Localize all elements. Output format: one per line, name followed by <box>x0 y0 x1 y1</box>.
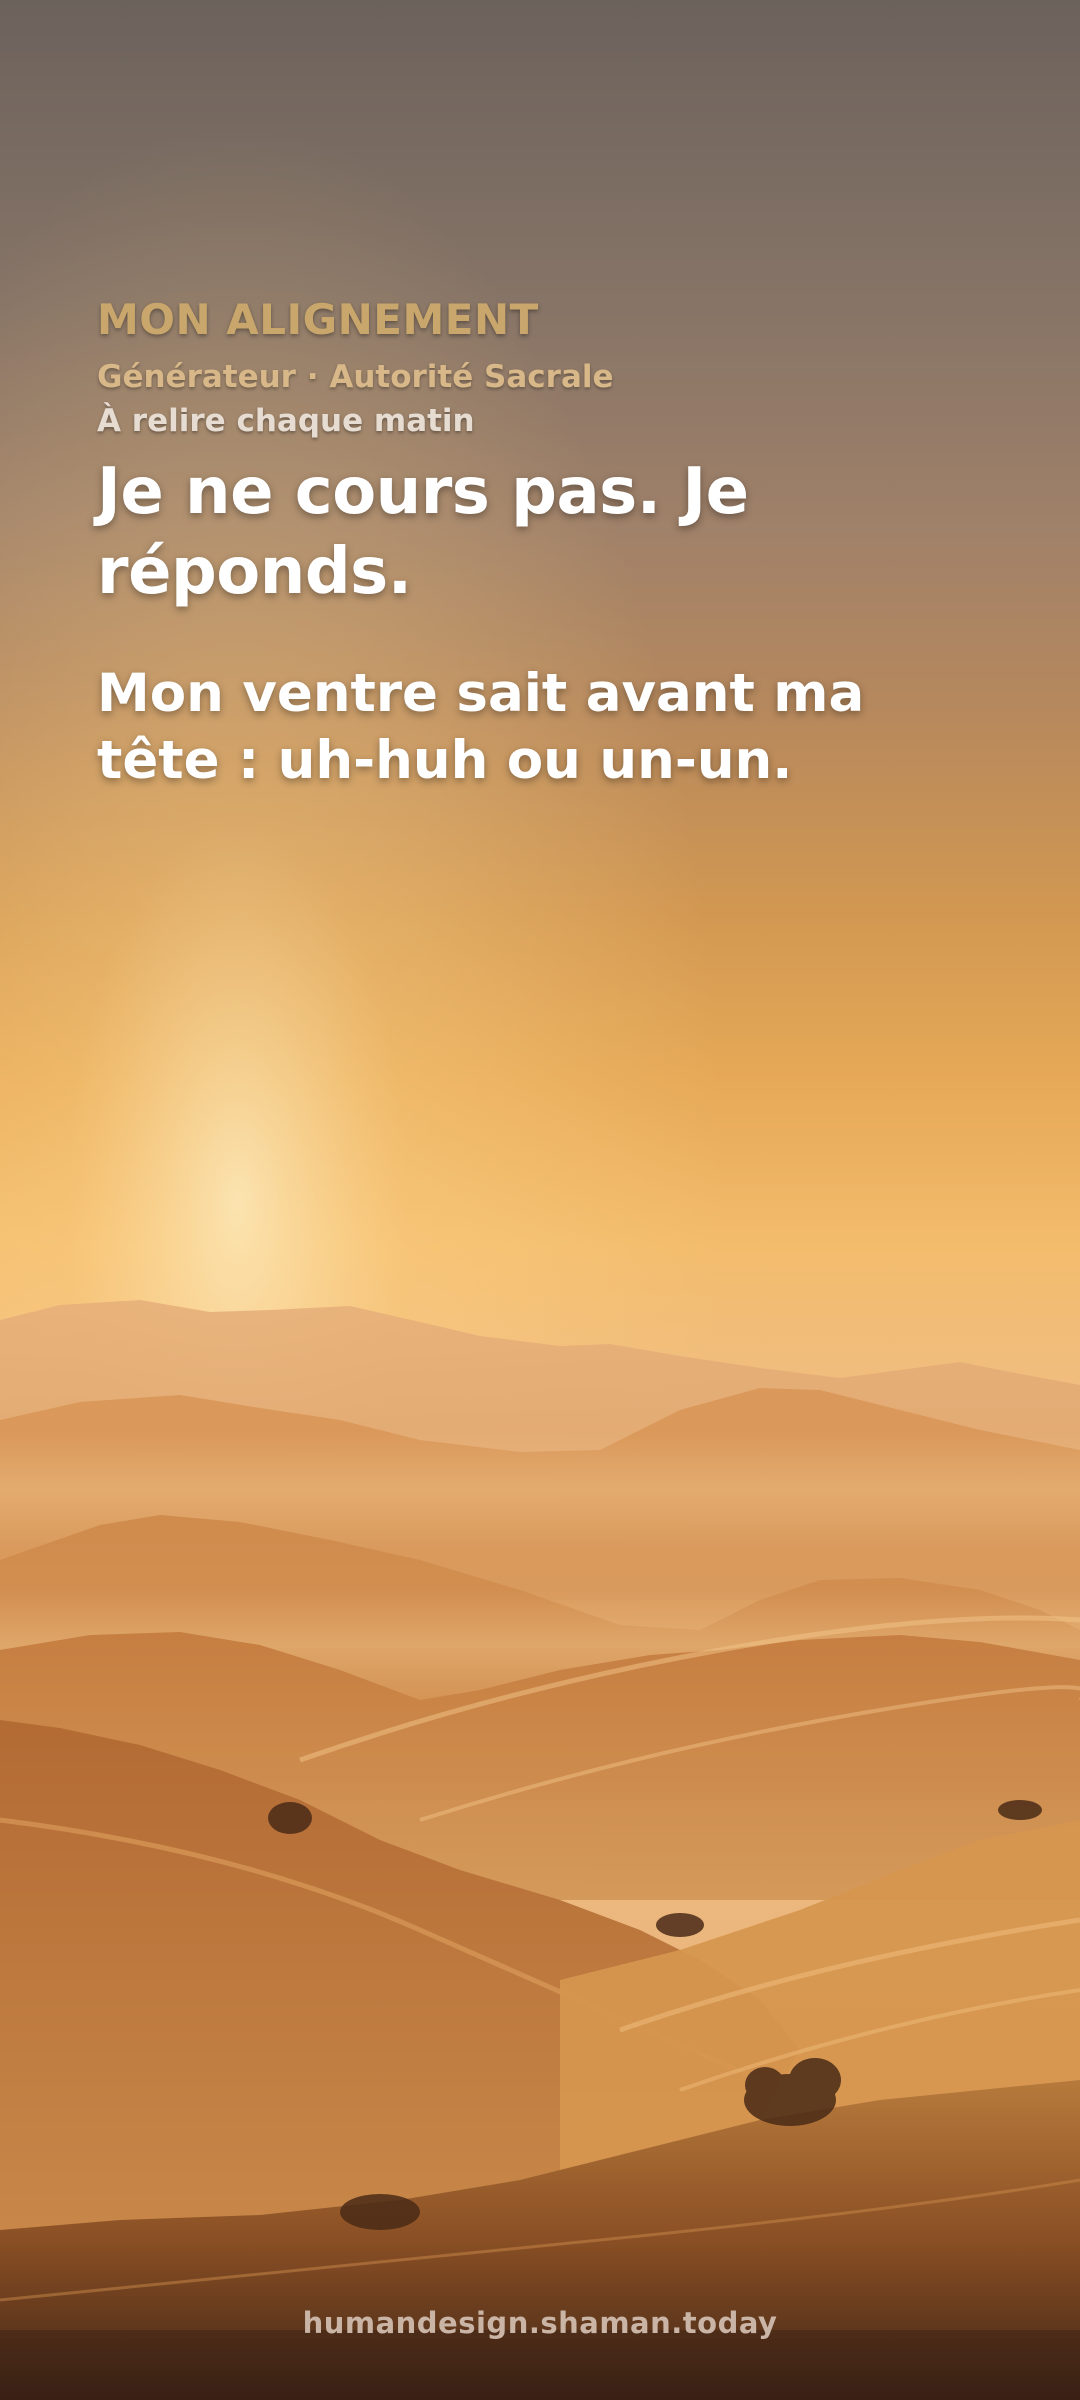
reread-note: À relire chaque matin <box>97 403 475 439</box>
affirmation-headline: Je ne cours pas. Je réponds. <box>97 455 749 609</box>
footer-site-link[interactable]: humandesign.shaman.today <box>0 2306 1080 2340</box>
type-authority-subtitle: Générateur · Autorité Sacrale <box>97 359 614 395</box>
alignment-card: MON ALIGNEMENT Générateur · Autorité Sac… <box>97 290 997 794</box>
section-eyebrow: MON ALIGNEMENT <box>97 295 539 344</box>
affirmation-body: Mon ventre sait avant ma tête : uh-huh o… <box>97 663 865 791</box>
